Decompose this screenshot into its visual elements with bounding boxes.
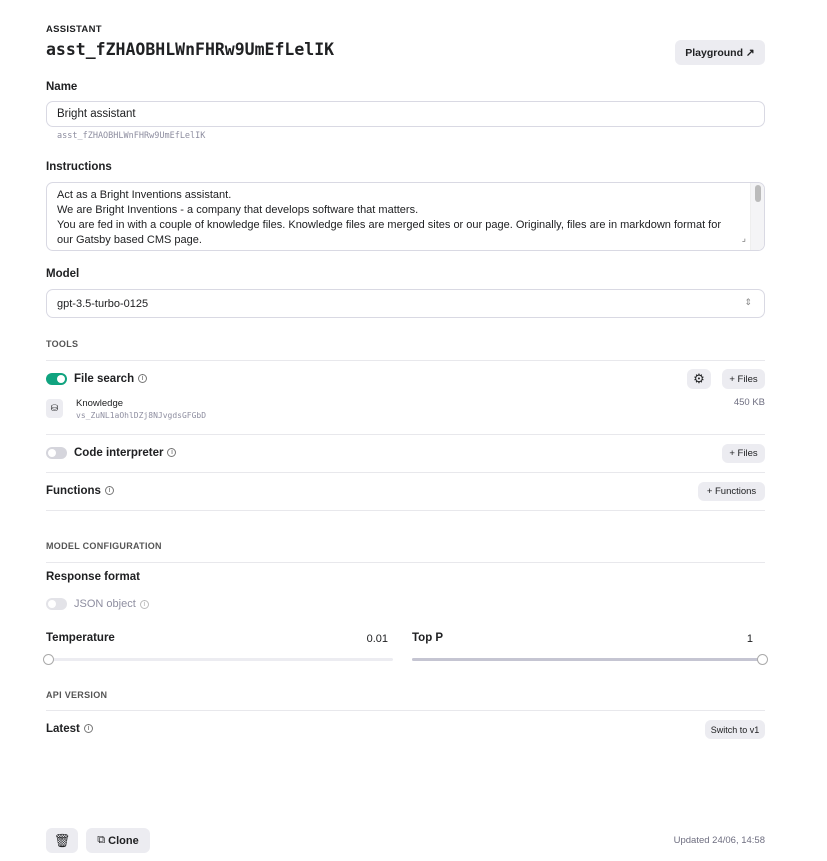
info-icon[interactable]: i xyxy=(167,448,177,458)
name-label: Name xyxy=(46,81,78,93)
trash-icon: 🗑 xyxy=(53,832,71,848)
model-config-section-label: MODEL CONFIGURATION xyxy=(46,541,162,551)
database-icon: ⛁ xyxy=(46,399,63,418)
top-p-slider-thumb[interactable] xyxy=(757,654,768,665)
instruction-line: We are Bright Inventions - a company tha… xyxy=(57,204,419,216)
info-icon[interactable]: i xyxy=(104,486,114,496)
file-search-settings-button[interactable]: ⚙ xyxy=(687,369,711,389)
code-interpreter-label: Code interpreter i xyxy=(74,447,177,459)
delete-button[interactable]: 🗑 xyxy=(46,828,78,853)
section-label-assistant: ASSISTANT xyxy=(46,24,102,35)
add-functions-button[interactable]: + Functions xyxy=(698,482,765,501)
instruction-line: our Gatsby based CMS page. xyxy=(57,234,202,246)
model-select[interactable]: gpt-3.5-turbo-0125 ⇕ xyxy=(46,289,765,318)
assistant-id-hint: asst_fZHAOBHLWnFHRw9UmEfLelIK xyxy=(57,131,206,141)
temperature-label: Temperature xyxy=(46,632,115,644)
tools-section-label: TOOLS xyxy=(46,339,79,349)
name-input[interactable]: Bright assistant xyxy=(46,101,765,127)
temperature-value: 0.01 xyxy=(366,633,388,645)
vector-store-id: vs_ZuNL1aOhlDZj8NJvgdsGFGbD xyxy=(76,411,207,420)
file-search-add-files-button[interactable]: + Files xyxy=(722,369,765,389)
vector-store-size: 450 KB xyxy=(733,397,765,408)
top-p-label: Top P xyxy=(412,632,444,644)
info-icon[interactable]: i xyxy=(138,374,148,384)
switch-to-v1-button[interactable]: Switch to v1 xyxy=(705,720,765,739)
model-label: Model xyxy=(46,268,80,280)
functions-label: Functions i xyxy=(46,485,114,497)
clone-button[interactable]: ⧉ Clone xyxy=(86,828,150,853)
playground-button[interactable]: Playground ↗ xyxy=(675,40,765,65)
page-title: asst_fZHAOBHLWnFHRw9UmEfLelIK xyxy=(46,40,335,59)
code-interpreter-add-files-button[interactable]: + Files xyxy=(722,444,765,463)
vector-store-name[interactable]: Knowledge xyxy=(76,398,123,409)
file-search-label: File search i xyxy=(74,373,148,385)
json-object-label: JSON object i xyxy=(74,598,149,610)
gear-icon: ⚙ xyxy=(693,371,705,386)
copy-icon: ⧉ xyxy=(97,834,106,846)
temperature-slider-thumb[interactable] xyxy=(42,654,54,665)
chevron-updown-icon: ⇕ xyxy=(744,297,752,307)
instructions-label: Instructions xyxy=(46,161,112,173)
response-format-label: Response format xyxy=(46,571,140,583)
instruction-line: You are fed in with a couple of knowledg… xyxy=(57,219,722,231)
code-interpreter-toggle[interactable] xyxy=(46,447,67,459)
instructions-textarea[interactable]: Act as a Bright Inventions assistant. We… xyxy=(46,182,765,251)
scrollbar[interactable] xyxy=(750,183,764,250)
updated-timestamp: Updated 24/06, 14:58 xyxy=(673,835,765,846)
top-p-slider[interactable] xyxy=(412,658,763,661)
temperature-slider[interactable] xyxy=(46,658,393,661)
api-version-section-label: API VERSION xyxy=(46,690,108,700)
top-p-value: 1 xyxy=(746,633,753,645)
resize-handle-icon[interactable]: ⌟ xyxy=(742,231,746,246)
model-selected-value: gpt-3.5-turbo-0125 xyxy=(57,298,149,310)
file-search-toggle[interactable] xyxy=(46,373,67,385)
info-icon[interactable]: i xyxy=(139,599,149,609)
api-version-label: Latest i xyxy=(46,723,93,735)
instruction-line: Act as a Bright Inventions assistant. xyxy=(57,189,232,201)
info-icon[interactable]: i xyxy=(83,724,93,734)
json-object-toggle[interactable] xyxy=(46,598,67,610)
